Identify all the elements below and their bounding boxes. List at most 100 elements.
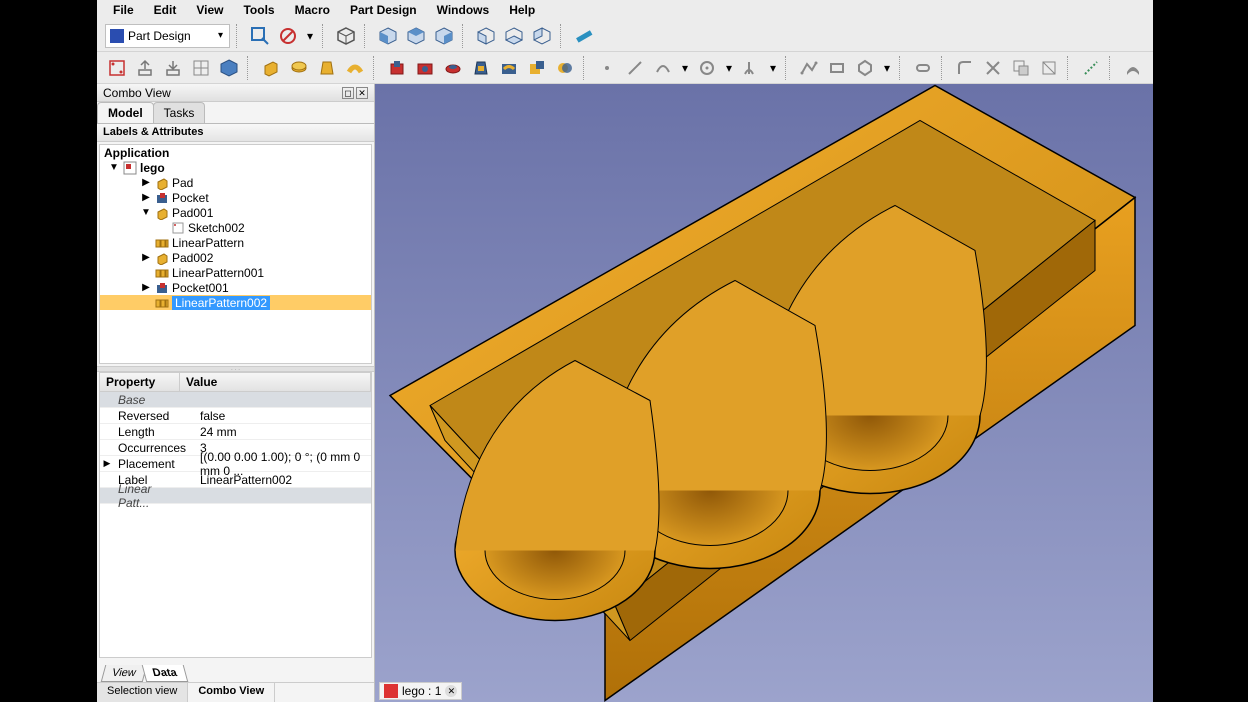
menubar: File Edit View Tools Macro Part Design W…: [97, 0, 1153, 20]
construction-icon[interactable]: [1079, 56, 1103, 80]
export-icon[interactable]: [133, 56, 157, 80]
additive-pipe-icon[interactable]: [343, 56, 367, 80]
tab-view[interactable]: View: [101, 665, 147, 682]
tree-item-linearpattern[interactable]: LinearPattern: [100, 235, 371, 250]
model-tree[interactable]: Application ▼ lego ▶Pad▶Pocket▼Pad001Ske…: [99, 144, 372, 364]
close-tab-icon[interactable]: ✕: [445, 685, 457, 697]
menu-view[interactable]: View: [188, 1, 231, 19]
prop-col-value: Value: [180, 373, 371, 391]
prop-length[interactable]: Length24 mm: [100, 424, 371, 440]
3d-viewport[interactable]: lego : 1 ✕: [375, 84, 1153, 702]
external-icon[interactable]: [1009, 56, 1033, 80]
menu-macro[interactable]: Macro: [287, 1, 338, 19]
ellipse-dropdown[interactable]: ▾: [767, 56, 779, 80]
arc-dropdown[interactable]: ▾: [679, 56, 691, 80]
document-icon: [123, 161, 137, 175]
sub-pipe-icon[interactable]: [497, 56, 521, 80]
carbon-icon[interactable]: [1037, 56, 1061, 80]
tree-item-pocket001[interactable]: ▶Pocket001: [100, 280, 371, 295]
tree-item-linearpattern001[interactable]: LinearPattern001: [100, 265, 371, 280]
pad-icon: [155, 251, 169, 265]
tab-tasks[interactable]: Tasks: [153, 102, 206, 123]
view-iso-icon[interactable]: [334, 24, 358, 48]
tree-item-linearpattern002[interactable]: LinearPattern002: [100, 295, 371, 310]
hexagon-dropdown[interactable]: ▾: [881, 56, 893, 80]
pad-icon: [155, 206, 169, 220]
hole-icon[interactable]: [413, 56, 437, 80]
menu-tools[interactable]: Tools: [235, 1, 282, 19]
tree-application[interactable]: Application: [100, 145, 371, 160]
tree-item-pocket[interactable]: ▶Pocket: [100, 190, 371, 205]
body-icon[interactable]: [217, 56, 241, 80]
combo-float-icon[interactable]: ◻: [342, 87, 354, 99]
chevron-down-icon: ▾: [218, 30, 223, 41]
linear-icon: [155, 266, 169, 280]
map-sketch-icon[interactable]: [189, 56, 213, 80]
draw-style-icon[interactable]: [276, 24, 300, 48]
zoom-fit-icon[interactable]: [248, 24, 272, 48]
draw-style-dropdown[interactable]: ▾: [304, 24, 316, 48]
import-icon[interactable]: [161, 56, 185, 80]
tree-item-sketch002[interactable]: Sketch002: [100, 220, 371, 235]
prop-group-base: Base: [100, 392, 371, 408]
workbench-icon: [110, 29, 124, 43]
toolbar-2: ▾ ▾ ▾ ▾: [97, 52, 1153, 84]
combo-close-icon[interactable]: ✕: [356, 87, 368, 99]
polyline-icon[interactable]: [797, 56, 821, 80]
sub-loft-icon[interactable]: [469, 56, 493, 80]
tab-data[interactable]: Data: [141, 665, 187, 682]
property-tabs: View Data: [97, 660, 374, 682]
linear-icon: [155, 236, 169, 250]
tree-item-pad002[interactable]: ▶Pad002: [100, 250, 371, 265]
tab-combo-view[interactable]: Combo View: [188, 683, 275, 702]
viewport-tab-label[interactable]: lego : 1: [402, 684, 441, 698]
thickness-icon[interactable]: [1121, 56, 1145, 80]
menu-partdesign[interactable]: Part Design: [342, 1, 425, 19]
fillet-icon[interactable]: [953, 56, 977, 80]
revolution-icon[interactable]: [287, 56, 311, 80]
view-rear-icon[interactable]: [474, 24, 498, 48]
slot-icon[interactable]: [911, 56, 935, 80]
tab-model[interactable]: Model: [97, 102, 154, 123]
menu-windows[interactable]: Windows: [429, 1, 498, 19]
combo-view: Combo View ◻ ✕ Model Tasks Labels & Attr…: [97, 84, 375, 702]
menu-file[interactable]: File: [105, 1, 142, 19]
3d-model: [375, 84, 1153, 702]
tree-doc[interactable]: ▼ lego: [100, 160, 371, 175]
footer-tabs: Selection view Combo View: [97, 682, 374, 702]
prop-placement[interactable]: ▶Placement[(0.00 0.00 1.00); 0 °; (0 mm …: [100, 456, 371, 472]
circle-dropdown[interactable]: ▾: [723, 56, 735, 80]
circle-icon[interactable]: [695, 56, 719, 80]
new-sketch-icon[interactable]: [105, 56, 129, 80]
trim-icon[interactable]: [981, 56, 1005, 80]
view-bottom-icon[interactable]: [502, 24, 526, 48]
hexagon-icon[interactable]: [853, 56, 877, 80]
groove-icon[interactable]: [441, 56, 465, 80]
point-icon[interactable]: [595, 56, 619, 80]
tree-item-pad[interactable]: ▶Pad: [100, 175, 371, 190]
view-left-icon[interactable]: [530, 24, 554, 48]
rectangle-icon[interactable]: [825, 56, 849, 80]
toolbar-1: Part Design ▾ ▾: [97, 20, 1153, 52]
line-icon[interactable]: [623, 56, 647, 80]
tree-item-pad001[interactable]: ▼Pad001: [100, 205, 371, 220]
boolean-icon[interactable]: [553, 56, 577, 80]
ellipse-icon[interactable]: [739, 56, 763, 80]
menu-edit[interactable]: Edit: [146, 1, 185, 19]
measure-icon[interactable]: [572, 24, 596, 48]
viewport-tabs: lego : 1 ✕: [379, 682, 462, 700]
arc-icon[interactable]: [651, 56, 675, 80]
menu-help[interactable]: Help: [501, 1, 543, 19]
additive-loft-icon[interactable]: [315, 56, 339, 80]
sub-primitive-icon[interactable]: [525, 56, 549, 80]
view-top-icon[interactable]: [404, 24, 428, 48]
tab-selection-view[interactable]: Selection view: [97, 683, 188, 702]
view-right-icon[interactable]: [432, 24, 456, 48]
workbench-label: Part Design: [128, 29, 191, 43]
pocket-icon[interactable]: [385, 56, 409, 80]
workbench-selector[interactable]: Part Design ▾: [105, 24, 230, 48]
prop-reversed[interactable]: Reversedfalse: [100, 408, 371, 424]
pad-icon[interactable]: [259, 56, 283, 80]
view-front-icon[interactable]: [376, 24, 400, 48]
property-header: Property Value: [100, 373, 371, 392]
